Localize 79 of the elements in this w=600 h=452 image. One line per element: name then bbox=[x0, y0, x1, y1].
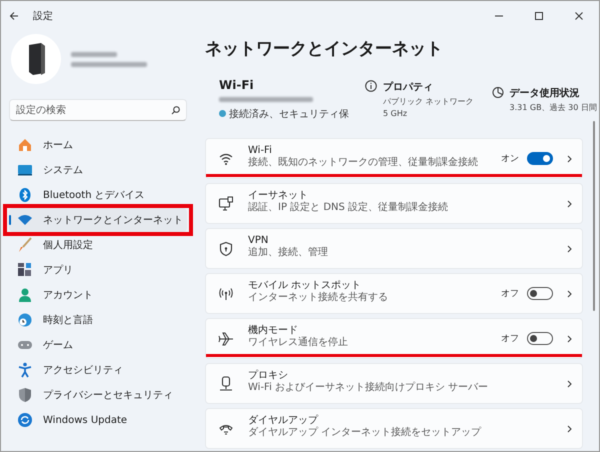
row-title: VPN bbox=[248, 235, 270, 246]
bluetooth-icon bbox=[17, 187, 33, 203]
monitor-icon bbox=[17, 162, 33, 178]
row-title: 機内モード bbox=[248, 325, 298, 337]
settings-row[interactable]: Wi-Fi 接続、既知のネットワークの管理、従量制課金接続 オン bbox=[205, 138, 583, 179]
search-icon bbox=[171, 106, 180, 115]
window-title: 設定 bbox=[33, 10, 53, 23]
sidebar-item[interactable]: アクセシビリティ bbox=[9, 358, 187, 382]
toggle-switch[interactable] bbox=[527, 152, 553, 165]
proxy-icon bbox=[218, 376, 234, 392]
search-field[interactable]: 設定の検索 bbox=[9, 99, 187, 121]
row-description: 追加、接続、管理 bbox=[248, 247, 329, 259]
sidebar-item[interactable]: Windows Update bbox=[9, 408, 187, 432]
settings-row[interactable]: プロキシ Wi-Fi およびイーサネット接続向けプロキシ サーバー bbox=[205, 363, 583, 404]
sync-icon bbox=[17, 412, 33, 428]
chevron-icon bbox=[567, 424, 572, 432]
properties-link[interactable]: プロパティ パブリック ネットワーク 5 GHz bbox=[365, 80, 474, 118]
row-title: Wi-Fi bbox=[248, 145, 273, 156]
connection-status-text: 接続済み、セキュリティ保 bbox=[229, 108, 349, 120]
sidebar-item[interactable]: アカウント bbox=[9, 283, 187, 307]
chevron-icon bbox=[567, 244, 572, 252]
chevron-icon bbox=[567, 154, 572, 162]
blurred-text bbox=[71, 52, 117, 56]
scrollbar[interactable] bbox=[593, 121, 595, 311]
toggle-state-label: オン bbox=[501, 153, 519, 165]
selection-indicator bbox=[9, 215, 11, 225]
back-arrow-icon[interactable] bbox=[9, 11, 19, 21]
globe-clock-icon bbox=[17, 312, 33, 328]
row-title: プロキシ bbox=[248, 370, 289, 382]
sidebar-item[interactable]: ゲーム bbox=[9, 333, 187, 357]
antenna-icon bbox=[218, 286, 234, 302]
close-icon bbox=[574, 11, 584, 21]
toggle-state-label: オフ bbox=[501, 333, 519, 345]
info-icon bbox=[365, 80, 377, 92]
chevron-icon bbox=[567, 380, 572, 388]
row-description: 接続、既知のネットワークの管理、従量制課金接続 bbox=[248, 157, 479, 169]
data-usage-link[interactable]: データ使用状況 3.31 GB、過去 30 日間 bbox=[492, 86, 597, 112]
monitor-network-icon bbox=[218, 196, 234, 212]
sidebar-item[interactable]: ホーム bbox=[9, 133, 187, 157]
sidebar-item[interactable]: 個人用設定 bbox=[9, 233, 187, 257]
row-title: イーサネット bbox=[248, 190, 309, 202]
shield-icon bbox=[17, 387, 33, 403]
row-description: Wi-Fi およびイーサネット接続向けプロキシ サーバー bbox=[248, 382, 490, 394]
toggle-switch[interactable] bbox=[527, 332, 553, 345]
sidebar-item[interactable]: システム bbox=[9, 158, 187, 182]
settings-row[interactable]: ダイヤルアップ ダイヤルアップ インターネット接続をセットアップ bbox=[205, 408, 583, 449]
wifi-icon bbox=[17, 212, 33, 228]
toggle-state-label: オフ bbox=[501, 288, 519, 300]
network-name: Wi-Fi bbox=[219, 78, 255, 92]
settings-row[interactable]: 機内モード ワイヤレス通信を停止 オフ bbox=[205, 318, 583, 359]
settings-row[interactable]: イーサネット 認証、IP 設定と DNS 設定、従量制課金接続 bbox=[205, 183, 583, 224]
chevron-icon bbox=[567, 200, 572, 208]
pie-chart-icon bbox=[492, 86, 504, 98]
page-title: ネットワークとインターネット bbox=[205, 38, 444, 59]
chevron-icon bbox=[567, 334, 572, 342]
person-icon bbox=[17, 287, 33, 303]
row-title: ダイヤルアップ bbox=[248, 415, 320, 426]
brush-icon bbox=[17, 237, 33, 253]
row-description: ワイヤレス通信を停止 bbox=[248, 337, 349, 349]
home-icon bbox=[17, 137, 33, 153]
chevron-icon bbox=[567, 290, 572, 298]
row-description: インターネット接続を共有する bbox=[248, 292, 389, 304]
maximize-icon bbox=[534, 11, 544, 21]
accessibility-icon bbox=[17, 362, 33, 378]
settings-row[interactable]: VPN 追加、接続、管理 bbox=[205, 228, 583, 269]
toggle-switch[interactable] bbox=[527, 287, 553, 300]
sidebar-item[interactable]: Bluetooth とデバイス bbox=[9, 183, 187, 207]
sidebar-item[interactable]: プライバシーとセキュリティ bbox=[9, 383, 187, 407]
apps-icon bbox=[17, 262, 33, 278]
computer-tower-icon bbox=[26, 43, 46, 75]
airplane-icon bbox=[218, 330, 234, 346]
row-description: 認証、IP 設定と DNS 設定、従量制課金接続 bbox=[248, 202, 450, 214]
sidebar-item[interactable]: アプリ bbox=[9, 258, 187, 282]
row-title: モバイル ホットスポット bbox=[248, 280, 362, 292]
status-dot bbox=[219, 110, 226, 117]
settings-row[interactable]: モバイル ホットスポット インターネット接続を共有する オフ bbox=[205, 273, 583, 314]
row-description: ダイヤルアップ インターネット接続をセットアップ bbox=[248, 427, 482, 439]
shield-icon bbox=[218, 240, 234, 256]
sidebar-item[interactable]: 時刻と言語 bbox=[9, 308, 187, 332]
